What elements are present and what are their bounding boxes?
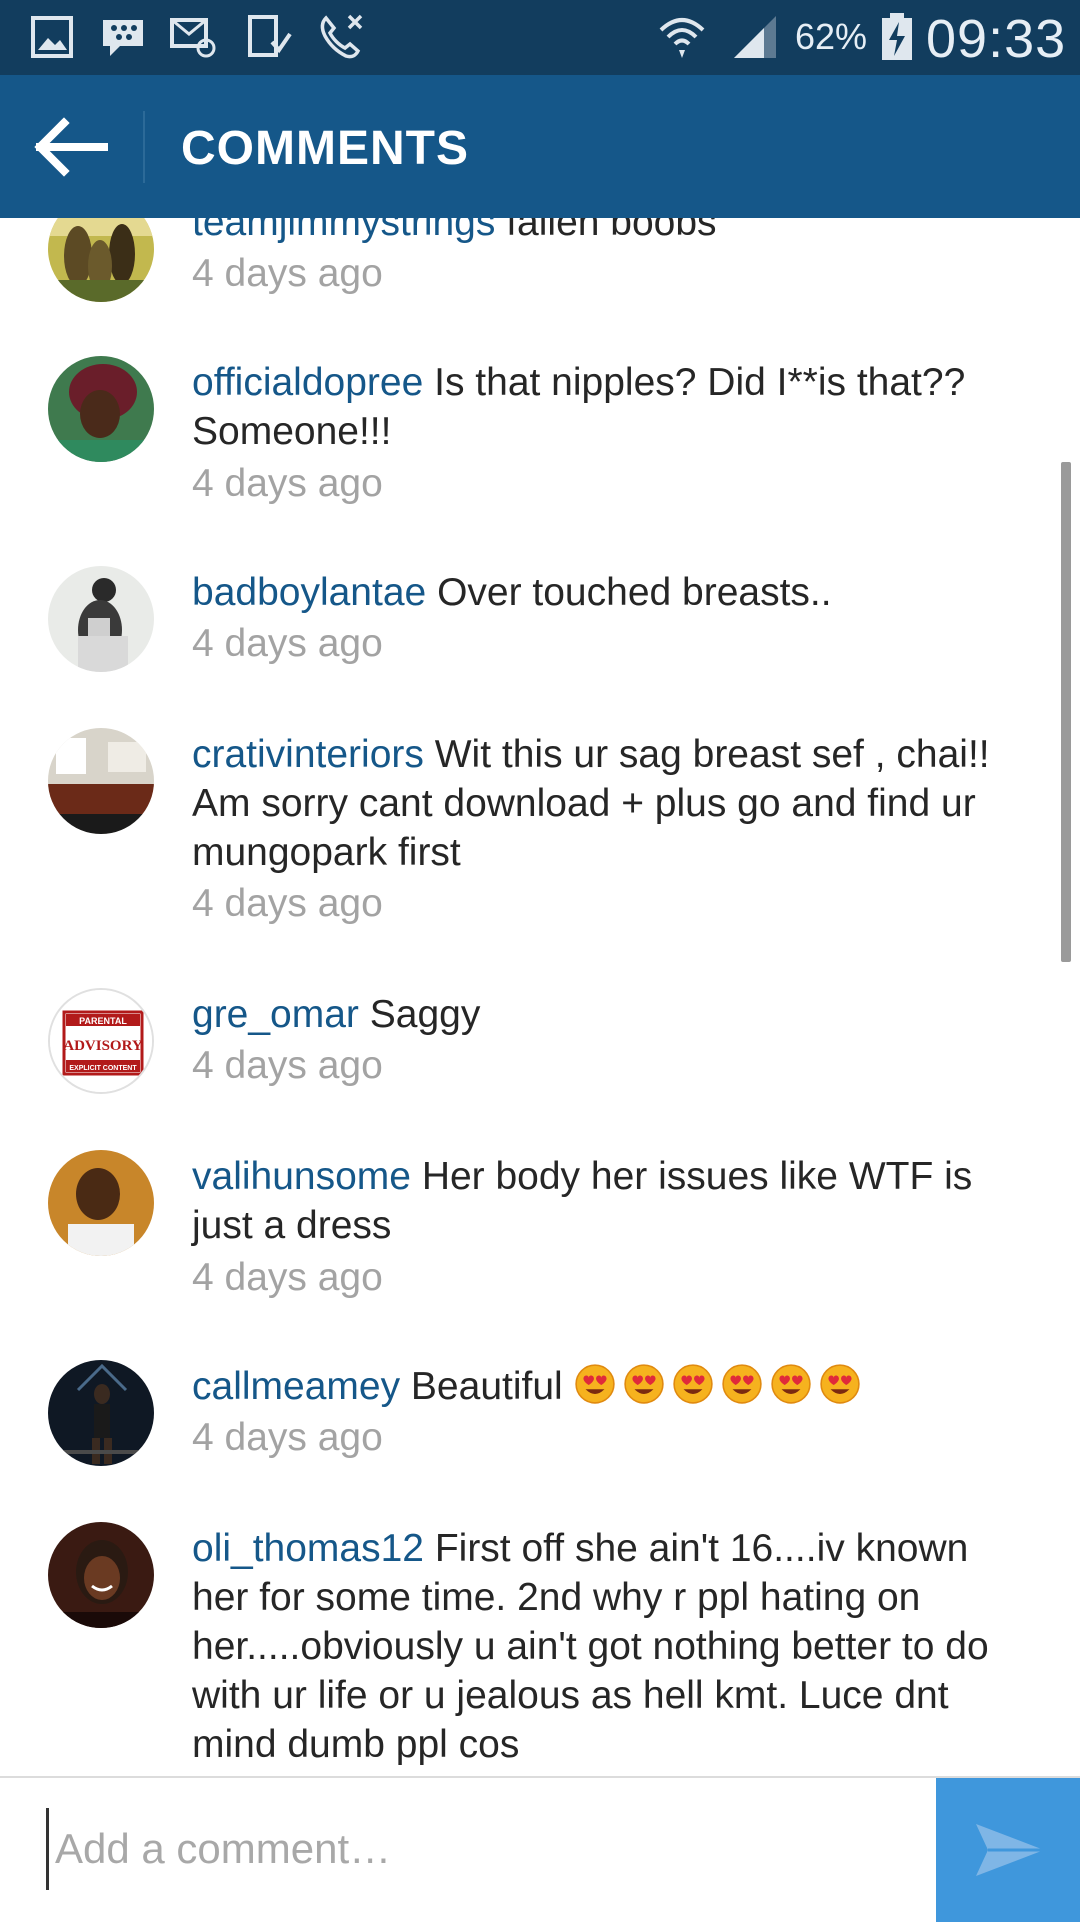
signal-icon	[730, 12, 780, 62]
badge-line1: PARENTAL	[79, 1016, 127, 1026]
username-link[interactable]: badboylantae	[192, 571, 426, 614]
heart-eyes-emoji	[770, 1364, 811, 1404]
avatar[interactable]	[48, 1360, 154, 1466]
badge-line2: ADVISORY	[63, 1038, 143, 1054]
username-link[interactable]: callmeamey	[192, 1365, 400, 1408]
page-title: COMMENTS	[181, 122, 469, 175]
send-button[interactable]	[936, 1778, 1080, 1922]
comment-text: crativinteriors Wit this ur sag breast s…	[192, 730, 1012, 877]
header-divider	[143, 111, 145, 183]
comment-text: callmeamey Beautiful	[192, 1362, 1012, 1411]
comments-list[interactable]: teamjimmystrings fallen boobs 4 days ago…	[0, 218, 1080, 1776]
gallery-icon	[28, 12, 78, 62]
comment-text: officialdopree Is that nipples? Did I**i…	[192, 358, 1012, 456]
emoji-row	[574, 1364, 868, 1408]
scrollbar[interactable]	[1061, 462, 1071, 962]
heart-eyes-emoji	[721, 1364, 762, 1404]
comment-text: oli_thomas12 First off she ain't 16....i…	[192, 1524, 1012, 1769]
comment-body: Over touched breasts..	[437, 571, 832, 614]
comment-time: 4 days ago	[192, 1256, 383, 1299]
heart-eyes-emoji	[623, 1364, 664, 1404]
username-link[interactable]: valihunsome	[192, 1155, 411, 1198]
comment-composer	[0, 1776, 1080, 1922]
email-icon	[168, 12, 218, 62]
comment-time: 4 days ago	[192, 1044, 383, 1087]
missed-call-icon	[316, 12, 366, 62]
comment-text: valihunsome Her body her issues like WTF…	[192, 1152, 1012, 1250]
badge-line3: EXPLICIT CONTENT	[69, 1065, 137, 1072]
avatar[interactable]	[48, 218, 154, 302]
avatar[interactable]	[48, 356, 154, 462]
comment-text: gre_omar Saggy	[192, 990, 1012, 1039]
comment-input[interactable]	[46, 1808, 937, 1890]
comment-body: Saggy	[369, 993, 481, 1036]
avatar[interactable]	[48, 1150, 154, 1256]
battery-percent: 62%	[795, 16, 868, 57]
send-icon	[976, 1824, 1044, 1876]
comment-time: 4 days ago	[192, 1416, 383, 1459]
username-link[interactable]: crativinteriors	[192, 733, 424, 776]
heart-eyes-emoji	[672, 1364, 713, 1404]
comment-time: 4 days ago	[192, 462, 383, 505]
bbm-icon	[98, 12, 148, 62]
comment-text: badboylantae Over touched breasts..	[192, 568, 1012, 617]
username-link[interactable]: gre_omar	[192, 993, 359, 1036]
heart-eyes-emoji	[574, 1364, 615, 1404]
avatar[interactable]	[48, 566, 154, 672]
comment-body: fallen boobs	[506, 218, 717, 244]
comment-body: Beautiful	[410, 1365, 563, 1408]
avatar[interactable]: PARENTAL ADVISORY EXPLICIT CONTENT	[48, 988, 154, 1094]
wifi-icon	[657, 12, 713, 62]
clock: 09:33	[926, 9, 1067, 69]
comment-text: teamjimmystrings fallen boobs	[192, 218, 1012, 247]
download-icon	[244, 12, 294, 62]
username-link[interactable]: teamjimmystrings	[192, 218, 495, 244]
comment-time: 4 days ago	[192, 882, 383, 925]
back-arrow-icon	[34, 117, 108, 177]
comment-time: 4 days ago	[192, 622, 383, 665]
back-button[interactable]	[30, 105, 114, 189]
battery-icon	[872, 12, 912, 62]
avatar[interactable]	[48, 728, 154, 834]
username-link[interactable]: officialdopree	[192, 361, 423, 404]
avatar[interactable]	[48, 1522, 154, 1628]
username-link[interactable]: oli_thomas12	[192, 1527, 424, 1570]
app-header: COMMENTS	[0, 75, 1080, 218]
comment-time: 4 days ago	[192, 252, 383, 295]
status-bar: 62% 09:33	[0, 0, 1080, 75]
heart-eyes-emoji	[819, 1364, 860, 1404]
